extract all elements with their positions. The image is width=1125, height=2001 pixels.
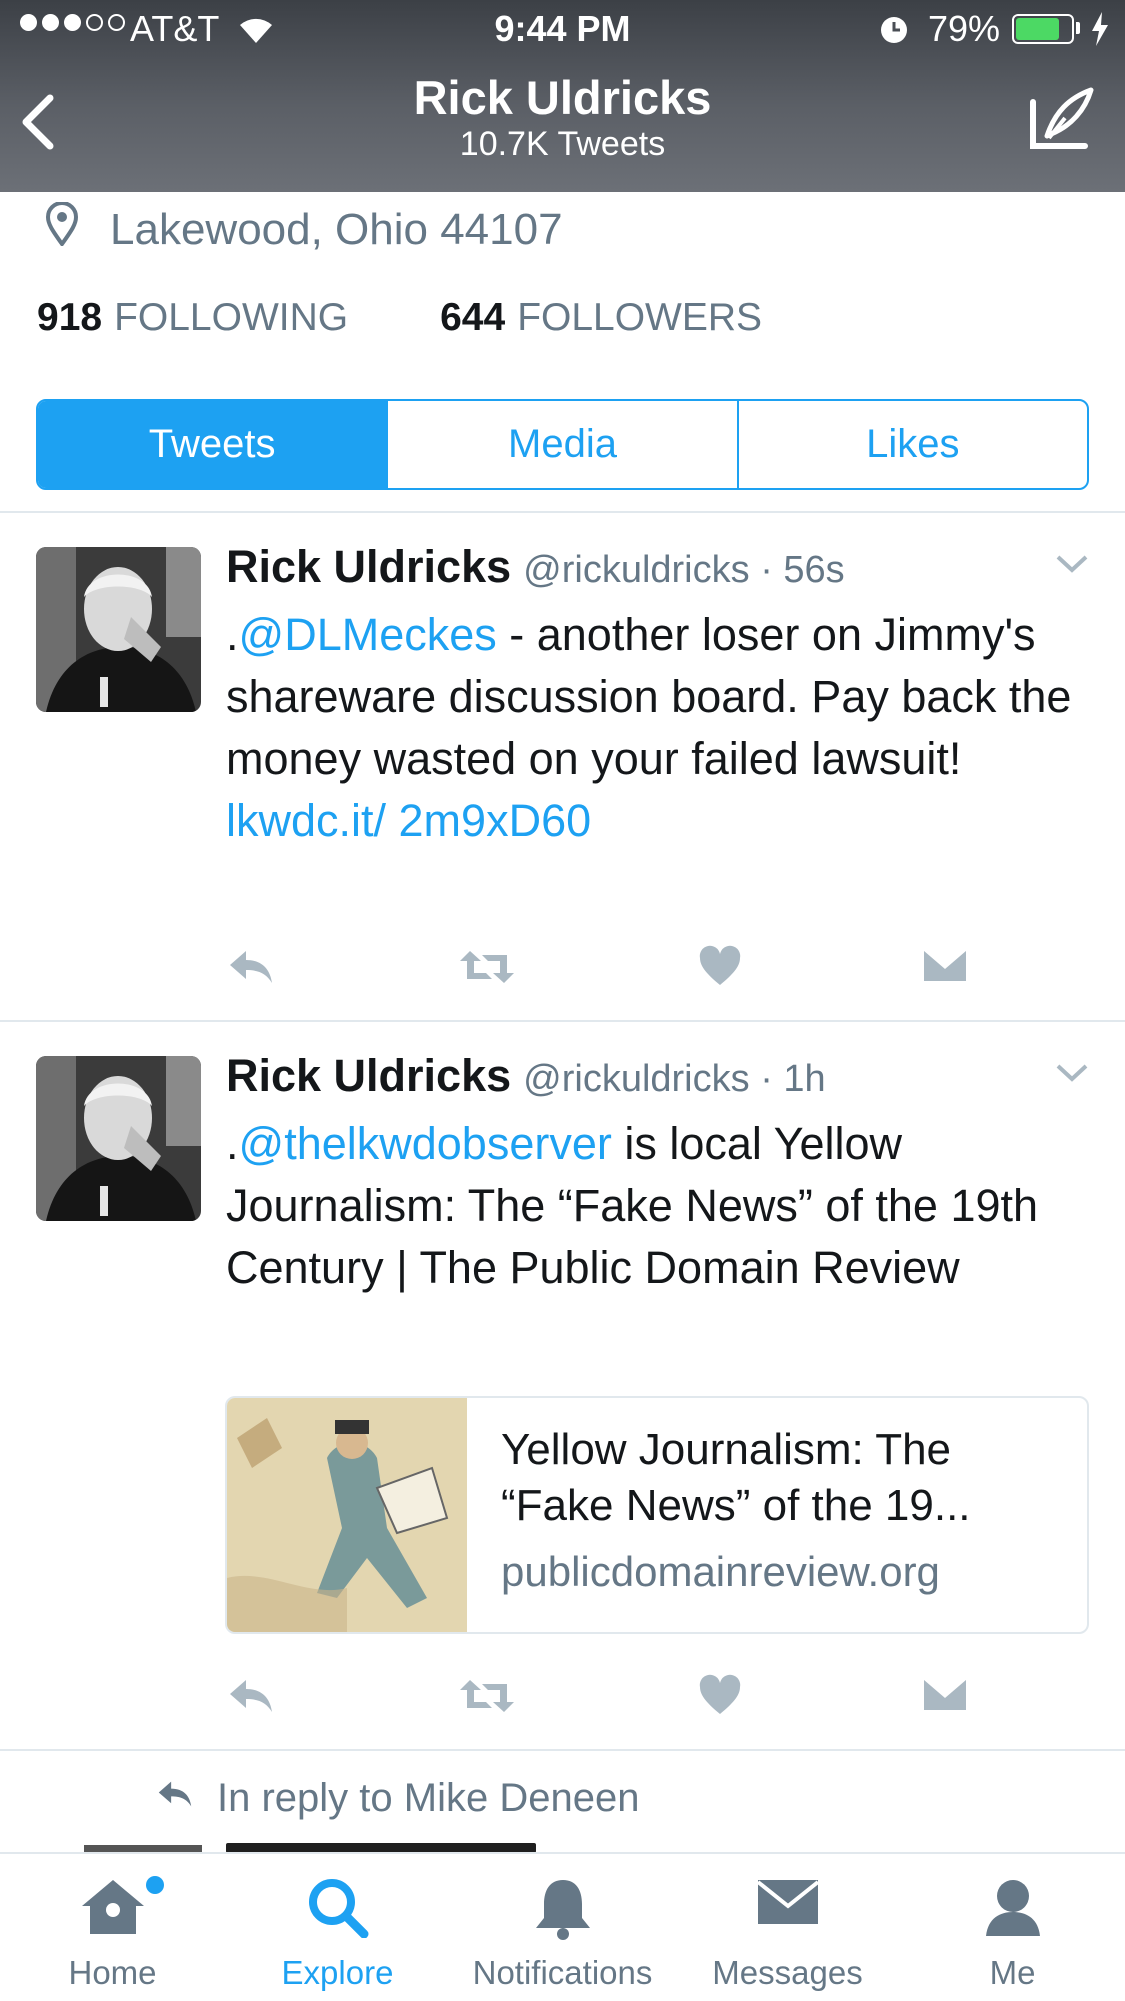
divider <box>0 511 1125 513</box>
tweet-actions <box>226 1674 996 1734</box>
chevron-down-icon[interactable] <box>1055 553 1089 580</box>
direct-message-icon[interactable] <box>922 945 968 990</box>
profile-location: Lakewood, Ohio 44107 <box>44 201 563 257</box>
location-pin-icon <box>44 201 80 257</box>
link-preview-title: Yellow Journalism: The “Fake News” of th… <box>501 1425 971 1530</box>
separator: · <box>760 1058 773 1100</box>
tweet-author-handle[interactable]: @rickuldricks <box>523 549 749 591</box>
tweet-time: 56s <box>783 549 845 591</box>
like-icon[interactable] <box>698 1674 742 1721</box>
reply-icon[interactable] <box>226 1674 276 1723</box>
followers-label: FOLLOWERS <box>517 296 763 339</box>
direct-message-icon[interactable] <box>922 1674 968 1719</box>
alarm-icon <box>877 12 911 55</box>
tweet-actions <box>226 945 996 1005</box>
tweet-text: .@thelkwdobserver is local Yellow Journa… <box>226 1118 1039 1293</box>
status-bar: AT&T 9:44 PM 79% <box>0 0 1125 60</box>
chevron-down-icon[interactable] <box>1055 1062 1089 1089</box>
link-preview-domain: publicdomainreview.org <box>501 1548 940 1595</box>
notification-dot <box>146 1876 164 1894</box>
tab-likes[interactable]: Likes <box>736 401 1087 488</box>
search-icon <box>225 1876 450 1938</box>
retweet-icon[interactable] <box>458 945 516 994</box>
followers-stat[interactable]: 644 FOLLOWERS <box>440 296 762 340</box>
bell-icon <box>450 1876 675 1940</box>
tweet-author-name[interactable]: Rick Uldricks <box>226 541 511 592</box>
divider <box>0 1749 1125 1751</box>
following-count: 918 <box>37 296 103 339</box>
page-title: Rick Uldricks <box>413 71 712 124</box>
tweet-author-handle[interactable]: @rickuldricks <box>523 1058 749 1100</box>
retweet-icon[interactable] <box>458 1674 516 1723</box>
profile-stats: 918 FOLLOWING 644 FOLLOWERS <box>37 296 854 340</box>
url-link[interactable]: lkwdc.it/ 2m9xD60 <box>226 795 591 846</box>
battery-percent: 79% <box>928 8 1001 49</box>
location-text: Lakewood, Ohio 44107 <box>110 204 563 254</box>
navigation-header: AT&T 9:44 PM 79% Rick Uldricks 10.7K Twe… <box>0 0 1125 192</box>
mention-link[interactable]: @DLMeckes <box>239 609 497 660</box>
tweet-header: Rick Uldricks @rickuldricks · 1h <box>226 1050 826 1102</box>
reply-context-text: In reply to Mike Deneen <box>217 1776 640 1820</box>
nav-notifications[interactable]: Notifications <box>450 1854 675 2001</box>
tab-media[interactable]: Media <box>386 401 736 488</box>
link-preview-card[interactable]: Yellow Journalism: The “Fake News” of th… <box>225 1396 1089 1634</box>
followers-count: 644 <box>440 296 506 339</box>
following-stat[interactable]: 918 FOLLOWING <box>37 296 348 340</box>
avatar[interactable] <box>36 547 201 712</box>
divider <box>0 1020 1125 1022</box>
nav-label: Me <box>989 1954 1036 1991</box>
nav-messages[interactable]: Messages <box>675 1854 900 2001</box>
separator: · <box>760 549 773 591</box>
reply-icon[interactable] <box>226 945 276 994</box>
nav-explore[interactable]: Explore <box>225 1854 450 2001</box>
tweet-header: Rick Uldricks @rickuldricks · 56s <box>226 541 845 593</box>
envelope-icon <box>675 1876 900 1928</box>
reply-context[interactable]: In reply to Mike Deneen <box>155 1776 639 1821</box>
tab-tweets[interactable]: Tweets <box>38 401 387 488</box>
avatar[interactable] <box>36 1056 201 1221</box>
nav-label: Home <box>68 1954 157 1991</box>
profile-tabs: Tweets Media Likes <box>36 399 1089 490</box>
nav-label: Explore <box>281 1954 394 1991</box>
bottom-tab-bar: Home Explore Notifications Messages Me <box>0 1852 1125 2001</box>
following-label: FOLLOWING <box>114 296 349 339</box>
nav-label: Notifications <box>472 1954 653 1991</box>
charging-icon <box>1090 12 1110 55</box>
tweet-time: 1h <box>783 1058 826 1100</box>
nav-home[interactable]: Home <box>0 1854 225 2001</box>
mention-link[interactable]: @thelkwdobserver <box>239 1118 612 1169</box>
tweet-text: .@DLMeckes - another loser on Jimmy's sh… <box>226 609 1072 846</box>
compose-tweet-button[interactable] <box>1025 82 1097 159</box>
like-icon[interactable] <box>698 945 742 992</box>
tweet-count: 10.7K Tweets <box>459 125 666 163</box>
person-icon <box>900 1876 1125 1938</box>
home-icon <box>0 1876 225 1938</box>
nav-label: Messages <box>712 1954 863 1991</box>
battery-icon <box>1012 14 1074 44</box>
nav-me[interactable]: Me <box>900 1854 1125 2001</box>
tweet-author-name[interactable]: Rick Uldricks <box>226 1050 511 1101</box>
link-preview-image <box>227 1398 467 1632</box>
reply-icon <box>155 1776 195 1821</box>
